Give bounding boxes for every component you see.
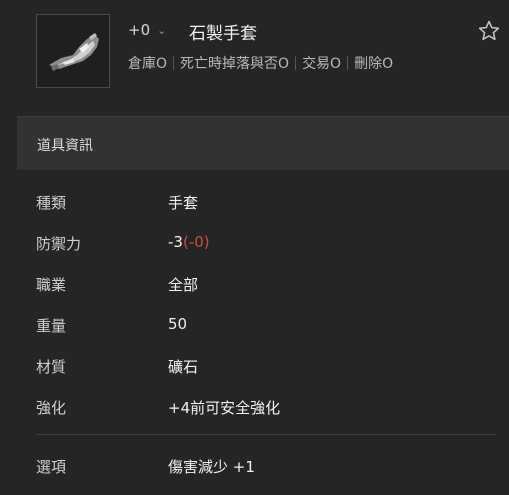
detail-value: -3(-0) — [168, 233, 210, 251]
flag-divider — [295, 56, 297, 70]
enhance-level-dropdown[interactable]: +0 ⌄ — [128, 21, 166, 39]
favorite-star-icon[interactable] — [477, 19, 501, 43]
item-detail-list: 種類 手套 防禦力 -3(-0) 職業 全部 重量 50 材質 礦石 強化 +4… — [36, 188, 496, 434]
flag-storage: 倉庫O — [128, 56, 168, 72]
defense-penalty: (-0) — [182, 233, 210, 251]
item-info-section-header: 道具資訊 — [17, 116, 509, 170]
section-title: 道具資訊 — [37, 138, 93, 154]
detail-row-material: 材質 礦石 — [36, 352, 496, 393]
flag-divider — [347, 56, 349, 70]
detail-row-class: 職業 全部 — [36, 270, 496, 311]
section-divider — [36, 434, 496, 435]
flag-trade: 交易O — [302, 56, 342, 72]
detail-value: 礦石 — [168, 358, 199, 376]
flag-divider — [173, 56, 175, 70]
detail-label: 種類 — [36, 194, 67, 212]
detail-value: 傷害減少 +1 — [168, 458, 255, 476]
defense-value: -3 — [168, 233, 183, 251]
chevron-down-icon: ⌄ — [157, 23, 167, 37]
detail-label: 職業 — [36, 276, 67, 294]
detail-row-type: 種類 手套 — [36, 188, 496, 229]
detail-row-enchant: 強化 +4前可安全強化 — [36, 393, 496, 434]
detail-row-weight: 重量 50 — [36, 311, 496, 352]
item-flags: 倉庫O 死亡時掉落與否O 交易O 刪除O — [128, 53, 393, 73]
item-header: +0 ⌄ 石製手套 倉庫O 死亡時掉落與否O 交易O 刪除O — [0, 0, 509, 110]
detail-row-defense: 防禦力 -3(-0) — [36, 229, 496, 270]
detail-row-option: 選項 傷害減少 +1 — [36, 452, 496, 482]
flag-drop-on-death: 死亡時掉落與否O — [180, 56, 290, 72]
detail-label: 選項 — [36, 458, 67, 476]
enhance-level-value: +0 — [128, 21, 151, 39]
detail-label: 重量 — [36, 317, 67, 335]
stone-gloves-icon — [49, 33, 99, 71]
detail-value: 手套 — [168, 194, 199, 212]
detail-label: 防禦力 — [36, 235, 82, 253]
detail-label: 材質 — [36, 358, 67, 376]
detail-value: 50 — [168, 315, 188, 333]
item-thumbnail — [36, 14, 110, 88]
item-name: 石製手套 — [189, 24, 257, 44]
flag-delete: 刪除O — [354, 56, 394, 72]
detail-value: +4前可安全強化 — [168, 399, 281, 417]
detail-label: 強化 — [36, 399, 67, 417]
detail-value: 全部 — [168, 276, 199, 294]
